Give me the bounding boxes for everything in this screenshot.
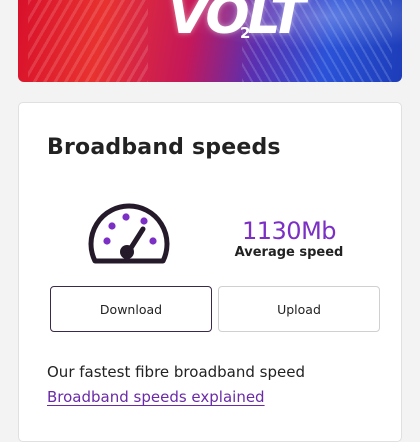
speed-description: Our fastest fibre broadband speed <box>47 363 305 381</box>
banner-logo-sub: 2 <box>240 24 251 42</box>
broadband-speeds-card: Broadband speeds 1130Mb Average speed Do… <box>18 102 402 442</box>
banner-logo-text: VOLT <box>168 0 306 46</box>
download-label: Download <box>99 301 163 317</box>
card-title: Broadband speeds <box>47 135 281 160</box>
broadband-speeds-explained-link[interactable]: Broadband speeds explained <box>47 388 265 406</box>
banner-texture-left <box>28 0 148 82</box>
upload-label: Upload <box>277 301 321 317</box>
average-speed: 1130Mb Average speed <box>219 217 359 260</box>
speedometer-icon <box>88 203 170 264</box>
speed-label: Average speed <box>234 245 344 260</box>
upload-tab-button[interactable]: Upload <box>218 286 380 332</box>
promo-banner[interactable]: VOLT 2 <box>18 0 402 82</box>
speed-value: 1130Mb <box>241 217 337 245</box>
banner-logo: VOLT <box>168 0 306 46</box>
download-tab-button[interactable]: Download <box>50 286 212 332</box>
